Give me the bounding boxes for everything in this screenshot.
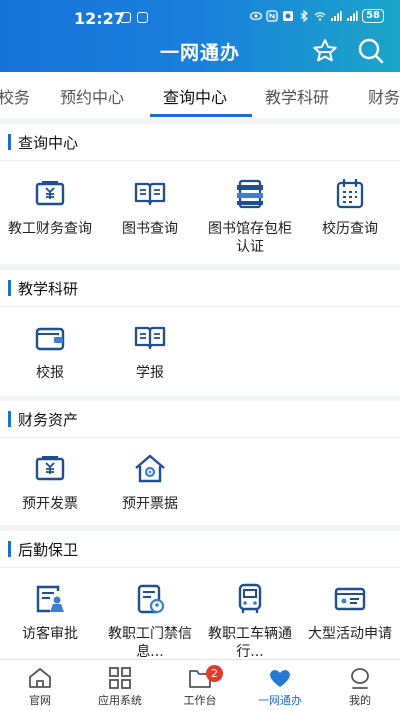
book-icon bbox=[134, 326, 166, 350]
heart-icon bbox=[270, 670, 290, 687]
wallet-icon bbox=[35, 327, 65, 351]
nav-workbench[interactable]: 2 工作台 bbox=[160, 660, 240, 711]
notification-icon bbox=[137, 12, 148, 23]
status-time: 12:27 bbox=[74, 9, 125, 28]
tile-label: 访客审批 bbox=[22, 626, 78, 642]
section-accent-bar bbox=[8, 134, 11, 150]
profile-icon bbox=[351, 668, 369, 689]
tile-staff-access[interactable]: 教职工门禁信息... bbox=[100, 581, 200, 661]
tile-visitor-approval[interactable]: 访客审批 bbox=[0, 581, 100, 643]
tile-label: 教职工车辆通行... bbox=[208, 626, 292, 660]
category-tabs: 校务 预约中心 查询中心 教学科研 财务 bbox=[0, 72, 400, 118]
divider bbox=[0, 306, 400, 307]
section-title: 后勤保卫 bbox=[18, 541, 79, 559]
house-gear-icon bbox=[135, 454, 165, 483]
section-logistics: 后勤保卫 访客审批 教职工门禁信息... 教职工车辆通行... 大型活动申请 bbox=[0, 531, 400, 661]
section-header: 后勤保卫 bbox=[0, 531, 400, 568]
notification-badge: 2 bbox=[206, 665, 223, 682]
tile-label: 预开发票 bbox=[22, 496, 78, 512]
tab-finance[interactable]: 财务 bbox=[368, 84, 400, 108]
nav-app-systems[interactable]: 应用系统 bbox=[80, 660, 160, 711]
tile-vehicle-pass[interactable]: 教职工车辆通行... bbox=[200, 581, 300, 661]
status-notification-icons bbox=[120, 12, 148, 23]
calendar-icon bbox=[336, 178, 364, 209]
star-icon[interactable] bbox=[310, 36, 340, 66]
section-title: 财务资产 bbox=[18, 411, 79, 429]
tile-label: 大型活动申请 bbox=[308, 626, 392, 642]
wifi-icon bbox=[314, 12, 326, 21]
section-title: 教学科研 bbox=[18, 280, 79, 298]
tile-label: 校历查询 bbox=[322, 221, 378, 237]
divider bbox=[0, 567, 400, 568]
alarm-icon bbox=[283, 11, 294, 21]
nfc-icon bbox=[266, 10, 278, 22]
section-accent-bar bbox=[8, 541, 11, 557]
nav-label: 工作台 bbox=[183, 694, 217, 707]
bus-icon bbox=[238, 583, 262, 613]
book-icon bbox=[134, 182, 166, 206]
nav-label: 官网 bbox=[29, 694, 51, 707]
section-accent-bar bbox=[8, 411, 11, 427]
nav-label: 我的 bbox=[349, 694, 371, 707]
nav-label: 一网通办 bbox=[258, 694, 302, 707]
divider bbox=[0, 160, 400, 161]
divider bbox=[0, 437, 400, 438]
section-title: 查询中心 bbox=[18, 134, 79, 152]
battery-indicator: 58 bbox=[362, 9, 384, 23]
bottom-nav: 官网 应用系统 2 工作台 一网通办 我的 bbox=[0, 659, 400, 711]
bluetooth-icon bbox=[300, 10, 309, 22]
tile-event-application[interactable]: 大型活动申请 bbox=[300, 581, 400, 643]
section-accent-bar bbox=[8, 280, 11, 296]
access-card-icon bbox=[137, 584, 165, 614]
tile-label: 图书馆存包柜认证 bbox=[208, 221, 292, 255]
eye-icon bbox=[250, 11, 263, 21]
grid-icon bbox=[109, 667, 131, 689]
section-query: 查询中心 教工财务查询 图书查询 图书馆存包柜认证 校历查询 bbox=[0, 124, 400, 264]
tab-research[interactable]: 教学科研 bbox=[265, 84, 329, 108]
page-title: 一网通办 bbox=[159, 42, 240, 64]
section-header: 查询中心 bbox=[0, 124, 400, 161]
signal-icon bbox=[347, 11, 358, 21]
nav-profile[interactable]: 我的 bbox=[320, 660, 400, 711]
tab-campus[interactable]: 校务 bbox=[0, 84, 30, 108]
status-system-icons: 58 bbox=[250, 9, 384, 23]
section-finance: 财务资产 预开发票 预开票据 bbox=[0, 401, 400, 525]
tab-booking[interactable]: 预约中心 bbox=[60, 84, 124, 108]
tile-calendar[interactable]: 校历查询 bbox=[300, 176, 400, 238]
visitor-approval-icon bbox=[36, 585, 64, 613]
signal-icon bbox=[331, 11, 342, 21]
tile-journal[interactable]: 学报 bbox=[100, 320, 200, 382]
app-header: 12:27 58 一网通办 bbox=[0, 0, 400, 72]
tile-label: 教工财务查询 bbox=[8, 221, 92, 237]
nav-one-stop[interactable]: 一网通办 bbox=[240, 660, 320, 711]
locker-icon bbox=[237, 179, 263, 209]
tab-query[interactable]: 查询中心 bbox=[163, 84, 227, 108]
tile-pre-receipt[interactable]: 预开票据 bbox=[100, 451, 200, 513]
section-header: 财务资产 bbox=[0, 401, 400, 438]
tile-label: 教职工门禁信息... bbox=[108, 626, 192, 660]
section-header: 教学科研 bbox=[0, 270, 400, 307]
tile-label: 学报 bbox=[136, 365, 164, 381]
section-research: 教学科研 校报 学报 bbox=[0, 270, 400, 396]
id-card-icon bbox=[334, 587, 366, 611]
tile-label: 预开票据 bbox=[122, 496, 178, 512]
tile-pre-invoice[interactable]: 预开发票 bbox=[0, 451, 100, 513]
tile-school-newspaper[interactable]: 校报 bbox=[0, 320, 100, 382]
status-bar: 12:27 58 bbox=[0, 0, 400, 30]
nav-label: 应用系统 bbox=[98, 694, 142, 707]
notification-icon bbox=[120, 12, 131, 23]
tile-staff-finance[interactable]: 教工财务查询 bbox=[0, 176, 100, 238]
nav-official-site[interactable]: 官网 bbox=[0, 660, 80, 711]
tile-book-query[interactable]: 图书查询 bbox=[100, 176, 200, 238]
search-icon[interactable] bbox=[356, 36, 386, 66]
home-icon bbox=[29, 668, 51, 688]
tile-locker-auth[interactable]: 图书馆存包柜认证 bbox=[200, 176, 300, 256]
finance-check-icon bbox=[35, 181, 65, 206]
invoice-icon bbox=[35, 456, 65, 481]
tile-label: 图书查询 bbox=[122, 221, 178, 237]
tile-label: 校报 bbox=[36, 365, 64, 381]
active-tab-indicator bbox=[150, 114, 252, 117]
